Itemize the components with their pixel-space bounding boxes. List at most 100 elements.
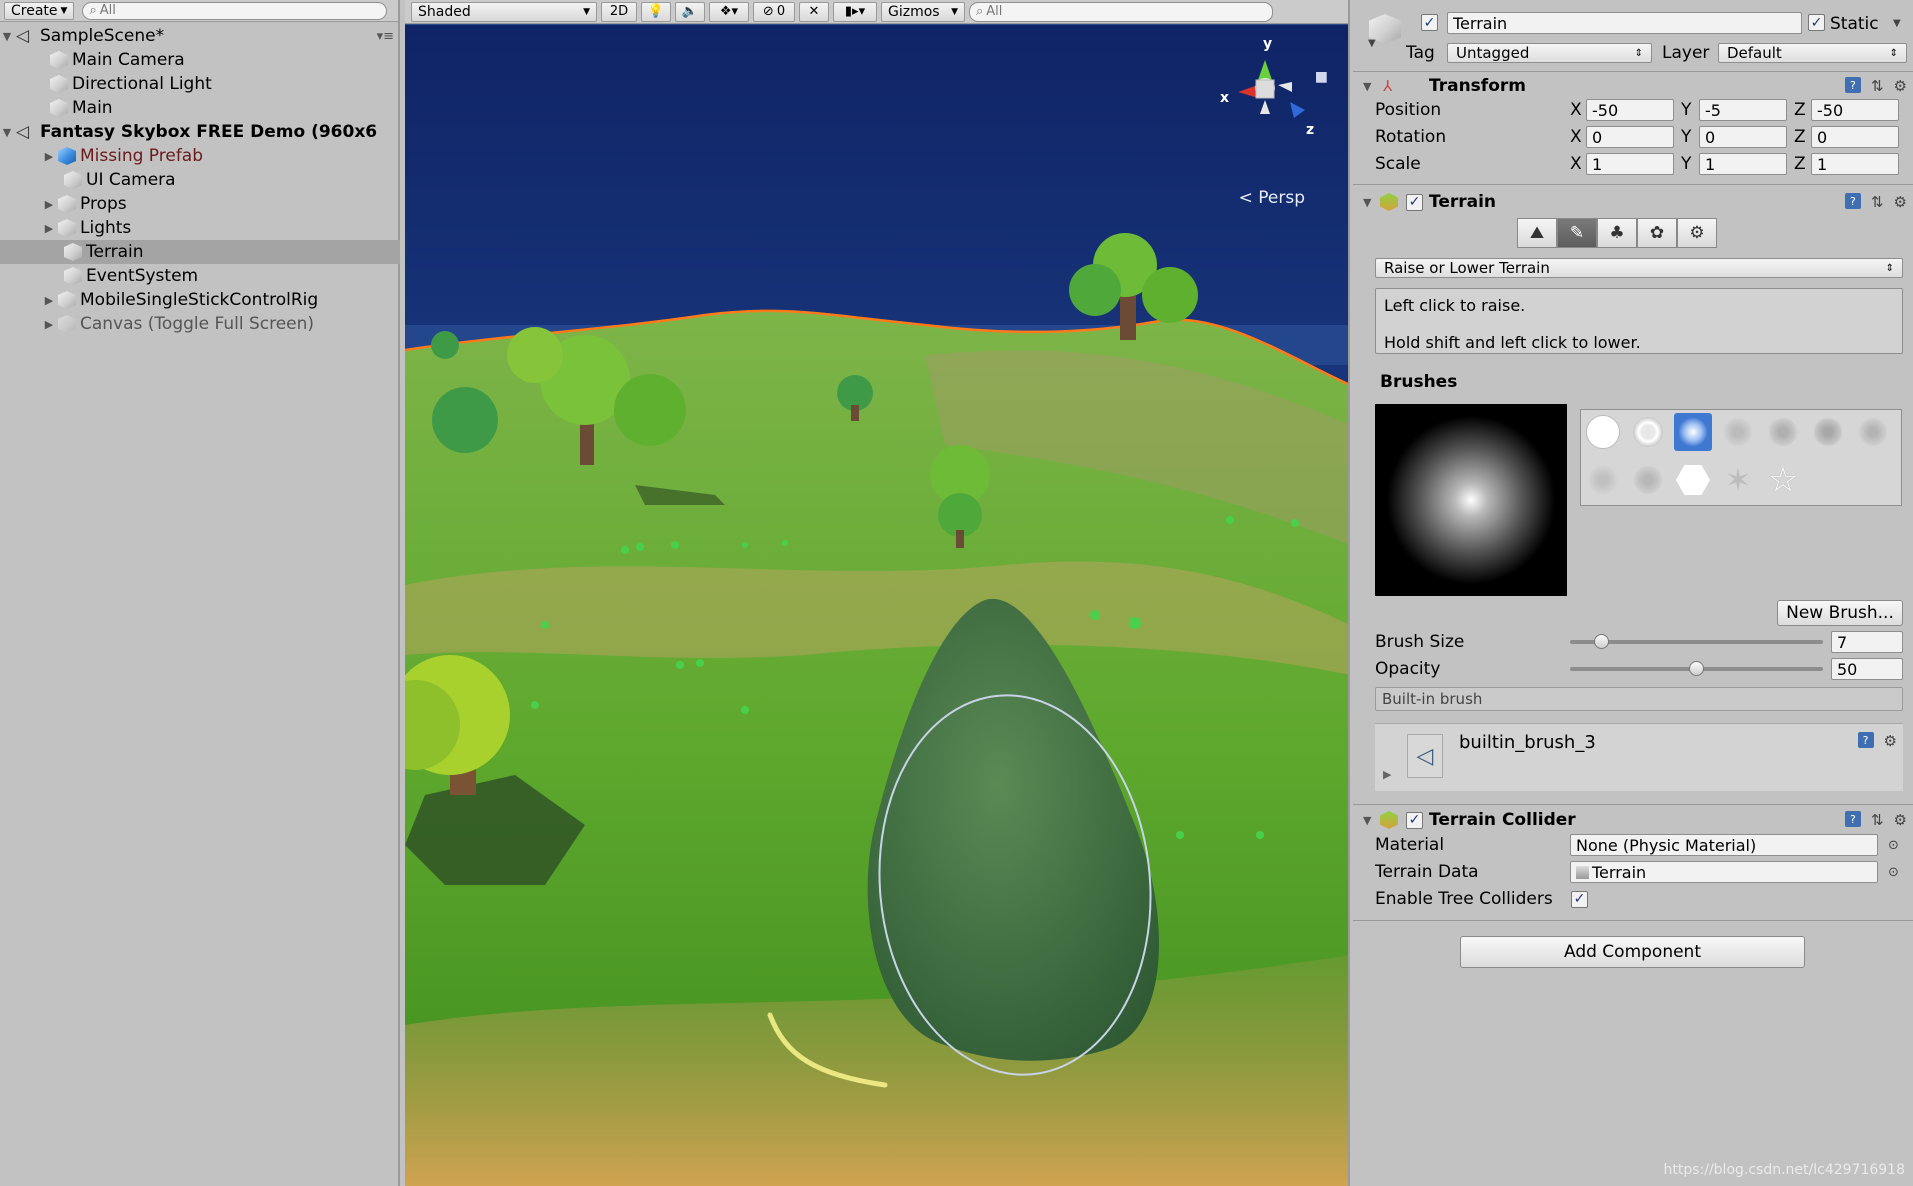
shading-mode-dropdown[interactable]: Shaded ▼	[411, 1, 597, 22]
hierarchy-item-terrain[interactable]: Terrain	[0, 240, 400, 264]
layer-dropdown[interactable]: Default ⇕	[1718, 43, 1907, 63]
scene-menu-icon[interactable]: ▾≡	[377, 29, 394, 44]
gear-icon[interactable]: ⚙	[1884, 732, 1897, 750]
brush-noise-2[interactable]	[1764, 413, 1802, 451]
foldout-arrow-icon[interactable]: ▼	[1363, 80, 1371, 93]
tab-terrain-settings[interactable]: ⚙	[1677, 218, 1717, 248]
help-book-icon[interactable]: ?	[1844, 193, 1861, 209]
gear-icon[interactable]: ⚙	[1894, 193, 1907, 211]
expanded-arrow-icon[interactable]: ▼	[0, 30, 14, 43]
scale-z-field[interactable]: 1	[1811, 153, 1899, 175]
expanded-arrow-icon[interactable]: ▼	[0, 126, 14, 139]
gear-icon[interactable]: ⚙	[1894, 811, 1907, 829]
scene-viewport[interactable]: y x z ■ < Persp	[405, 25, 1350, 1186]
tools-toggle[interactable]: ✕	[799, 1, 829, 22]
position-x-field[interactable]: -50	[1586, 99, 1674, 121]
tag-dropdown[interactable]: Untagged ⇕	[1447, 43, 1652, 63]
hierarchy-item-eventsystem[interactable]: EventSystem	[0, 264, 400, 288]
rotation-y-field[interactable]: 0	[1699, 126, 1787, 148]
preset-icon[interactable]: ⇅	[1871, 193, 1884, 211]
collapsed-arrow-icon[interactable]: ▶	[42, 294, 56, 307]
collapsed-arrow-icon[interactable]: ▶	[42, 318, 56, 331]
projection-toggle[interactable]: < Persp	[1239, 188, 1305, 208]
collapsed-arrow-icon[interactable]: ▶	[42, 222, 56, 235]
active-checkbox[interactable]: ✓	[1421, 14, 1438, 31]
brush-noise-4[interactable]	[1854, 413, 1892, 451]
hierarchy-item-props[interactable]: ▶ Props	[0, 192, 400, 216]
terrain-data-field[interactable]: Terrain	[1570, 861, 1878, 883]
hierarchy-item-lights[interactable]: ▶ Lights	[0, 216, 400, 240]
preset-icon[interactable]: ⇅	[1871, 811, 1884, 829]
preset-icon[interactable]: ⇅	[1871, 77, 1884, 95]
hierarchy-item-main-camera[interactable]: Main Camera	[0, 48, 400, 72]
hidden-objects-toggle[interactable]: ⊘ 0	[753, 1, 795, 22]
opacity-slider-knob[interactable]	[1689, 661, 1704, 676]
new-brush-button[interactable]: New Brush...	[1777, 600, 1903, 626]
static-dropdown-arrow-icon[interactable]: ▼	[1893, 18, 1901, 29]
opacity-field[interactable]: 50	[1831, 658, 1903, 680]
terrain-header[interactable]: ▼ ✓ Terrain ? ⇅ ⚙	[1353, 190, 1913, 214]
help-book-icon[interactable]: ?	[1844, 811, 1861, 827]
scene-search-input[interactable]: ⌕ All	[969, 1, 1273, 22]
brush-soft-circle[interactable]	[1674, 413, 1712, 451]
collapsed-arrow-icon[interactable]: ▶	[42, 198, 56, 211]
tab-paint-details[interactable]: ✿	[1637, 218, 1677, 248]
terrain-render[interactable]	[405, 25, 1350, 1186]
gear-icon[interactable]: ⚙	[1894, 77, 1907, 95]
hierarchy-item-ui-camera[interactable]: UI Camera	[0, 168, 400, 192]
tab-place-trees[interactable]: ♣	[1597, 218, 1637, 248]
audio-toggle[interactable]: 🔈	[675, 1, 705, 22]
brush-noise-3[interactable]	[1809, 413, 1847, 451]
collapsed-arrow-icon[interactable]: ▶	[42, 150, 56, 163]
orientation-gizmo[interactable]: y x z	[1210, 30, 1320, 140]
brush-star-outline[interactable]: ☆	[1764, 461, 1802, 499]
rotation-z-field[interactable]: 0	[1811, 126, 1899, 148]
scene-row-fantasy-skybox[interactable]: ▼ ◁ Fantasy Skybox FREE Demo (960x6	[0, 120, 400, 144]
transform-header[interactable]: ▼ ⅄ Transform ? ⇅ ⚙	[1353, 74, 1913, 98]
lock-icon[interactable]: ■	[1315, 69, 1328, 85]
tab-paint-terrain[interactable]: ✎	[1557, 218, 1597, 248]
material-field[interactable]: None (Physic Material)	[1570, 834, 1878, 856]
brush-star-soft[interactable]: ✶	[1719, 461, 1757, 499]
brush-splatter[interactable]	[1584, 461, 1622, 499]
terrain-collider-enabled-checkbox[interactable]: ✓	[1406, 811, 1423, 829]
terrain-enabled-checkbox[interactable]: ✓	[1406, 193, 1423, 211]
help-book-icon[interactable]: ?	[1857, 732, 1874, 748]
scale-x-field[interactable]: 1	[1586, 153, 1674, 175]
scale-y-field[interactable]: 1	[1699, 153, 1787, 175]
tree-colliders-checkbox[interactable]: ✓	[1571, 890, 1588, 908]
create-button[interactable]: Create ▼	[4, 1, 75, 20]
effects-dropdown[interactable]: ❖▾	[709, 1, 749, 22]
brush-size-slider-knob[interactable]	[1593, 634, 1609, 649]
tab-raise-terrain[interactable]: ⛰	[1517, 218, 1557, 248]
hierarchy-search-input[interactable]: ⌕ All	[82, 1, 388, 20]
scene-row-samplescene[interactable]: ▼ ◁ SampleScene* ▾≡	[0, 24, 400, 48]
object-name-field[interactable]: Terrain	[1447, 12, 1802, 34]
mode-2d-toggle[interactable]: 2D	[601, 1, 637, 22]
camera-dropdown[interactable]: ▮▸▾	[833, 1, 877, 22]
hierarchy-item-mobile-control-rig[interactable]: ▶ MobileSingleStickControlRig	[0, 288, 400, 312]
hierarchy-item-canvas[interactable]: ▶ Canvas (Toggle Full Screen)	[0, 312, 400, 336]
terrain-tool-dropdown[interactable]: Raise or Lower Terrain ⇕	[1375, 258, 1903, 278]
expand-arrow-icon[interactable]: ▶	[1383, 768, 1391, 781]
terrain-collider-header[interactable]: ▼ ✓ Terrain Collider ? ⇅ ⚙	[1353, 808, 1913, 832]
lighting-toggle[interactable]: 💡	[641, 1, 671, 22]
static-checkbox[interactable]: ✓	[1808, 14, 1825, 31]
position-z-field[interactable]: -50	[1811, 99, 1899, 121]
help-book-icon[interactable]: ?	[1844, 77, 1861, 93]
object-picker-icon[interactable]: ⊙	[1888, 865, 1899, 880]
brush-fur[interactable]	[1629, 461, 1667, 499]
object-picker-icon[interactable]: ⊙	[1888, 838, 1899, 853]
add-component-button[interactable]: Add Component	[1460, 936, 1805, 968]
foldout-arrow-icon[interactable]: ▼	[1363, 814, 1371, 827]
gizmos-dropdown[interactable]: Gizmos ▼	[881, 1, 965, 22]
brush-noise-1[interactable]	[1719, 413, 1757, 451]
brush-hexagon[interactable]	[1674, 461, 1712, 499]
foldout-arrow-icon[interactable]: ▼	[1363, 196, 1371, 209]
hierarchy-item-directional-light[interactable]: Directional Light	[0, 72, 400, 96]
hierarchy-item-missing-prefab[interactable]: ▶ Missing Prefab	[0, 144, 400, 168]
brush-size-field[interactable]: 7	[1831, 631, 1903, 653]
brush-hard-circle[interactable]	[1584, 413, 1622, 451]
position-y-field[interactable]: -5	[1699, 99, 1787, 121]
brush-soft-ring[interactable]	[1629, 413, 1667, 451]
